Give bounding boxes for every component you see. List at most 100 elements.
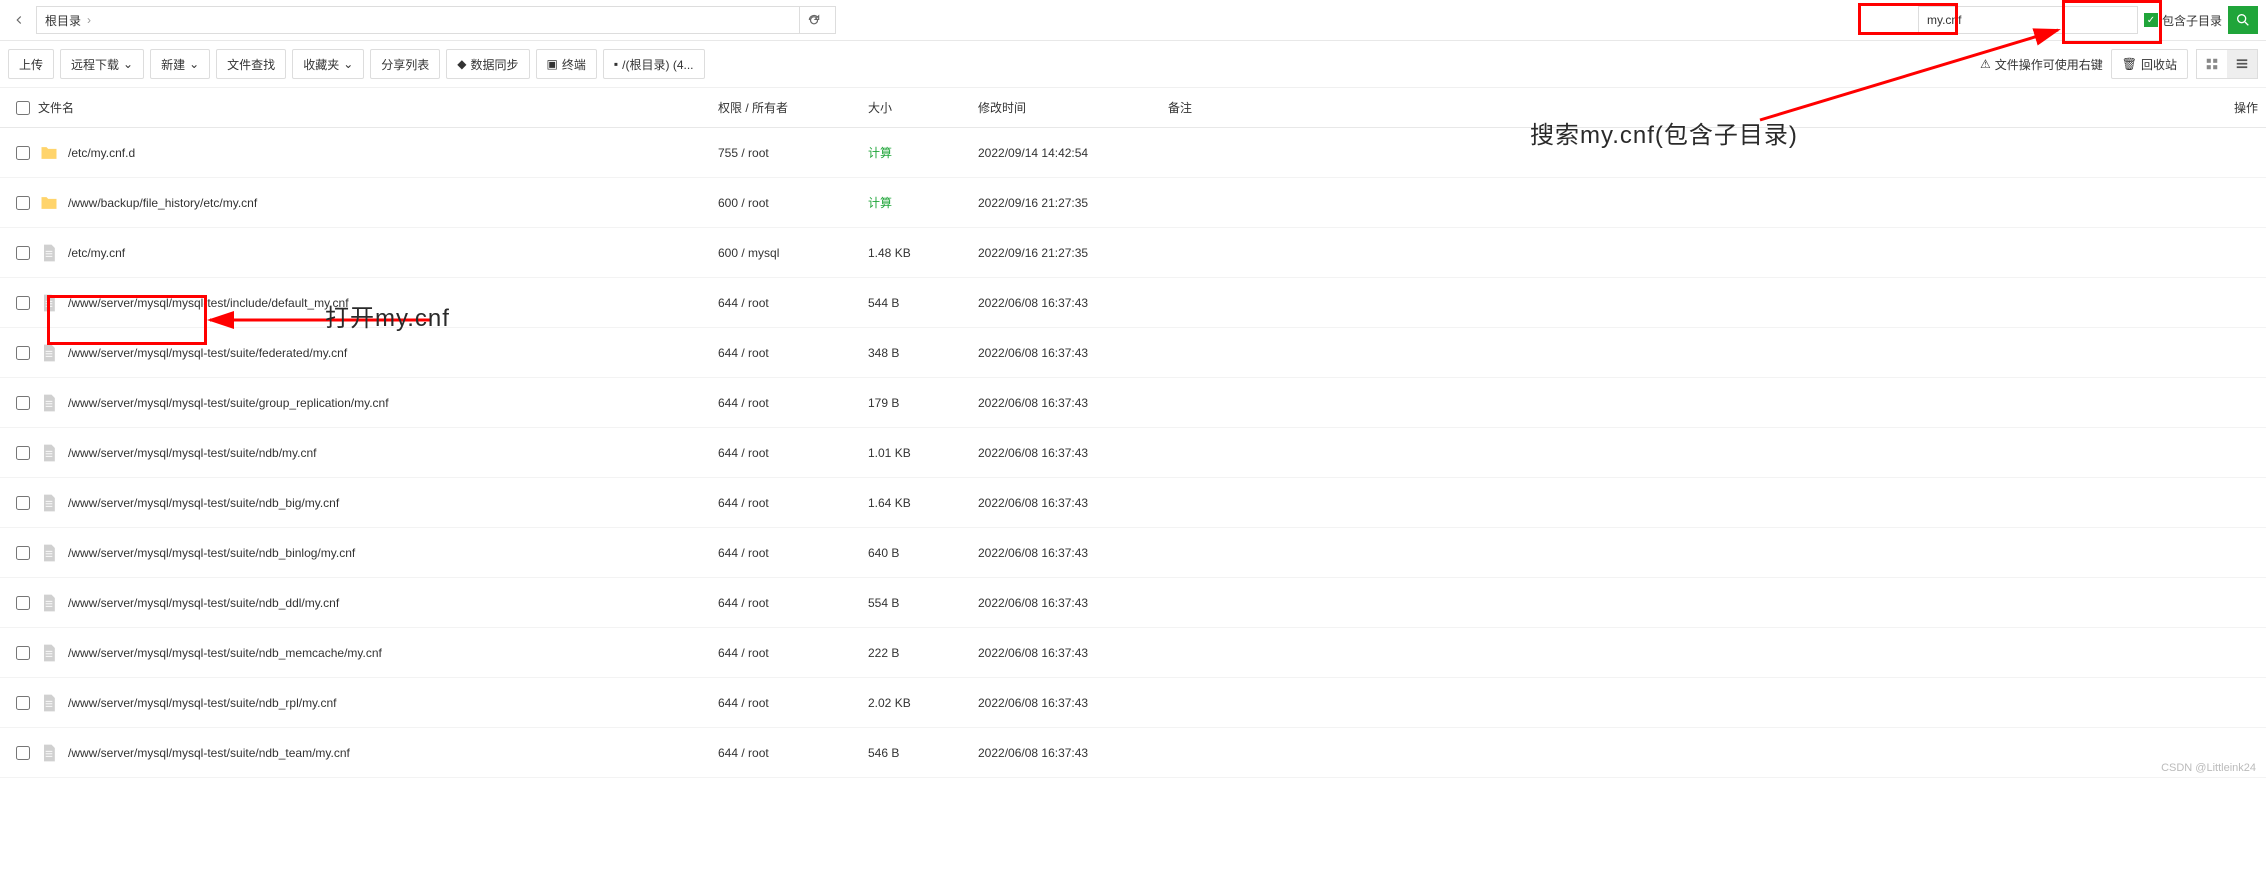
table-row[interactable]: /www/server/mysql/mysql-test/suite/group… [0, 378, 2266, 428]
watermark: CSDN @Littleink24 [2161, 762, 2256, 774]
row-checkbox[interactable] [16, 546, 30, 560]
search-input[interactable] [1918, 6, 2138, 34]
file-search-button[interactable]: 文件查找 [216, 49, 286, 79]
file-name[interactable]: /www/server/mysql/mysql-test/include/def… [38, 292, 718, 314]
file-path: /www/server/mysql/mysql-test/suite/ndb_t… [68, 746, 350, 760]
data-sync-button[interactable]: ◆数据同步 [446, 49, 529, 79]
upload-button[interactable]: 上传 [8, 49, 54, 79]
table-row[interactable]: /etc/my.cnf.d755 / root计算2022/09/14 14:4… [0, 128, 2266, 178]
file-name[interactable]: /etc/my.cnf.d [38, 142, 718, 164]
perm-cell[interactable]: 644 / root [718, 446, 868, 460]
share-list-button[interactable]: 分享列表 [370, 49, 440, 79]
terminal-icon: ▣ [547, 57, 558, 71]
grid-view-button[interactable] [2197, 50, 2227, 78]
file-name[interactable]: /www/backup/file_history/etc/my.cnf [38, 192, 718, 214]
root-path-button[interactable]: ▪/(根目录) (4... [603, 49, 705, 79]
time-cell: 2022/06/08 16:37:43 [978, 296, 1168, 310]
row-checkbox[interactable] [16, 496, 30, 510]
file-name[interactable]: /www/server/mysql/mysql-test/suite/group… [38, 392, 718, 414]
col-size[interactable]: 大小 [868, 99, 978, 116]
breadcrumb-root[interactable]: 根目录 [45, 12, 81, 29]
time-cell: 2022/09/16 21:27:35 [978, 246, 1168, 260]
perm-cell[interactable]: 644 / root [718, 546, 868, 560]
trash-icon: 🗑 [2122, 57, 2137, 71]
file-icon [38, 492, 60, 514]
row-checkbox[interactable] [16, 396, 30, 410]
row-checkbox[interactable] [16, 346, 30, 360]
size-cell[interactable]: 计算 [868, 194, 978, 211]
row-checkbox[interactable] [16, 596, 30, 610]
time-cell: 2022/06/08 16:37:43 [978, 546, 1168, 560]
perm-cell[interactable]: 644 / root [718, 296, 868, 310]
table-row[interactable]: /www/server/mysql/mysql-test/suite/ndb_m… [0, 628, 2266, 678]
list-view-button[interactable] [2227, 50, 2257, 78]
perm-cell[interactable]: 644 / root [718, 346, 868, 360]
row-checkbox[interactable] [16, 646, 30, 660]
perm-cell[interactable]: 600 / mysql [718, 246, 868, 260]
perm-cell[interactable]: 644 / root [718, 596, 868, 610]
col-name[interactable]: 文件名 [38, 99, 718, 116]
perm-cell[interactable]: 644 / root [718, 646, 868, 660]
back-button[interactable] [8, 9, 30, 31]
file-path: /www/server/mysql/mysql-test/suite/ndb_b… [68, 496, 339, 510]
perm-cell[interactable]: 644 / root [718, 696, 868, 710]
path-input[interactable]: 根目录 › [36, 6, 836, 34]
size-cell[interactable]: 计算 [868, 144, 978, 161]
remote-download-button[interactable]: 远程下载⌄ [60, 49, 144, 79]
new-button[interactable]: 新建⌄ [150, 49, 210, 79]
table-row[interactable]: /etc/my.cnf600 / mysql1.48 KB2022/09/16 … [0, 228, 2266, 278]
search-button[interactable] [2228, 6, 2258, 34]
row-checkbox[interactable] [16, 196, 30, 210]
table-row[interactable]: /www/backup/file_history/etc/my.cnf600 /… [0, 178, 2266, 228]
file-path: /www/server/mysql/mysql-test/suite/ndb_b… [68, 546, 355, 560]
folder-icon [38, 192, 60, 214]
file-name[interactable]: /www/server/mysql/mysql-test/suite/ndb_t… [38, 742, 718, 764]
perm-cell[interactable]: 644 / root [718, 496, 868, 510]
row-checkbox[interactable] [16, 296, 30, 310]
file-name[interactable]: /www/server/mysql/mysql-test/suite/ndb_d… [38, 592, 718, 614]
col-time[interactable]: 修改时间 [978, 99, 1168, 116]
table-row[interactable]: /www/server/mysql/mysql-test/suite/ndb_d… [0, 578, 2266, 628]
time-cell: 2022/06/08 16:37:43 [978, 746, 1168, 760]
size-cell: 554 B [868, 596, 978, 610]
perm-cell[interactable]: 644 / root [718, 396, 868, 410]
col-note[interactable]: 备注 [1168, 99, 2198, 116]
file-name[interactable]: /www/server/mysql/mysql-test/suite/ndb_b… [38, 492, 718, 514]
table-row[interactable]: /www/server/mysql/mysql-test/suite/feder… [0, 328, 2266, 378]
row-checkbox[interactable] [16, 146, 30, 160]
row-checkbox[interactable] [16, 446, 30, 460]
file-name[interactable]: /www/server/mysql/mysql-test/suite/ndb/m… [38, 442, 718, 464]
perm-cell[interactable]: 644 / root [718, 746, 868, 760]
time-cell: 2022/06/08 16:37:43 [978, 346, 1168, 360]
diamond-icon: ◆ [457, 57, 466, 71]
size-cell: 1.48 KB [868, 246, 978, 260]
table-row[interactable]: /www/server/mysql/mysql-test/suite/ndb/m… [0, 428, 2266, 478]
disk-icon: ▪ [614, 57, 618, 71]
select-all-checkbox[interactable] [16, 101, 30, 115]
time-cell: 2022/06/08 16:37:43 [978, 446, 1168, 460]
favorites-button[interactable]: 收藏夹⌄ [292, 49, 364, 79]
file-name[interactable]: /www/server/mysql/mysql-test/suite/ndb_r… [38, 692, 718, 714]
col-perm[interactable]: 权限 / 所有者 [718, 99, 868, 116]
file-name[interactable]: /etc/my.cnf [38, 242, 718, 264]
size-cell: 348 B [868, 346, 978, 360]
file-name[interactable]: /www/server/mysql/mysql-test/suite/ndb_m… [38, 642, 718, 664]
file-name[interactable]: /www/server/mysql/mysql-test/suite/feder… [38, 342, 718, 364]
table-row[interactable]: /www/server/mysql/mysql-test/suite/ndb_t… [0, 728, 2266, 778]
table-row[interactable]: /www/server/mysql/mysql-test/suite/ndb_b… [0, 478, 2266, 528]
row-checkbox[interactable] [16, 696, 30, 710]
table-row[interactable]: /www/server/mysql/mysql-test/include/def… [0, 278, 2266, 328]
perm-cell[interactable]: 755 / root [718, 146, 868, 160]
file-icon [38, 642, 60, 664]
refresh-button[interactable] [799, 6, 827, 34]
row-checkbox[interactable] [16, 746, 30, 760]
include-subdir-checkbox[interactable]: ✓ 包含子目录 [2144, 12, 2222, 29]
table-row[interactable]: /www/server/mysql/mysql-test/suite/ndb_r… [0, 678, 2266, 728]
size-cell: 640 B [868, 546, 978, 560]
row-checkbox[interactable] [16, 246, 30, 260]
terminal-button[interactable]: ▣终端 [536, 49, 597, 79]
perm-cell[interactable]: 600 / root [718, 196, 868, 210]
file-name[interactable]: /www/server/mysql/mysql-test/suite/ndb_b… [38, 542, 718, 564]
table-row[interactable]: /www/server/mysql/mysql-test/suite/ndb_b… [0, 528, 2266, 578]
trash-button[interactable]: 🗑回收站 [2111, 49, 2188, 79]
